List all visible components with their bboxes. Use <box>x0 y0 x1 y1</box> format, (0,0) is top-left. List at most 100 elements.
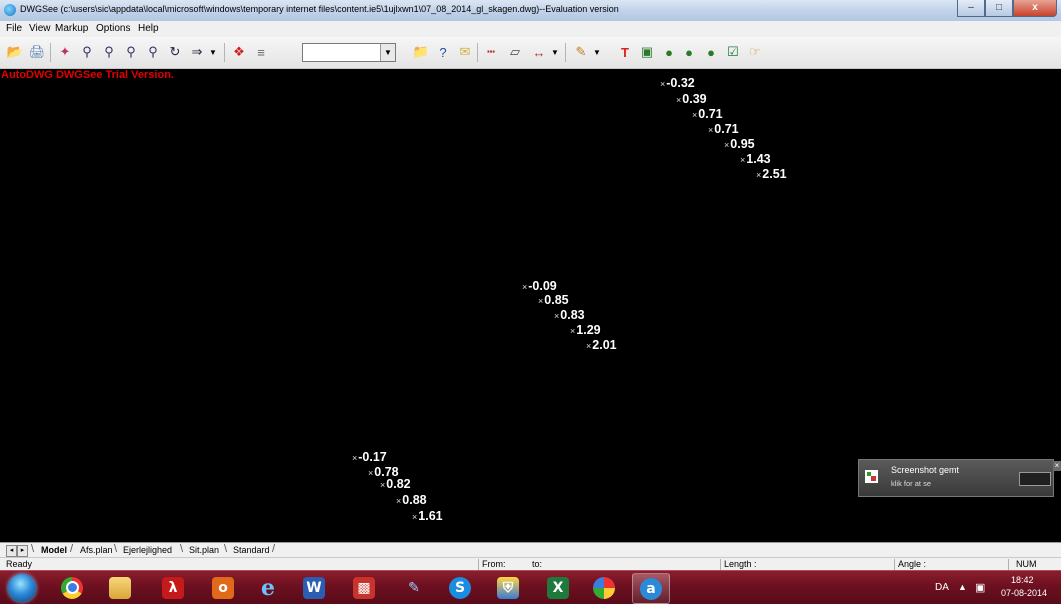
zoom-extents-icon[interactable]: ⚲ <box>144 43 162 61</box>
paint-tool-taskbar-icon[interactable]: ✎ <box>396 573 432 602</box>
tab-ejerlejlighed[interactable]: Ejerlejlighed <box>123 545 172 555</box>
dwgsee-taskbar-icon[interactable]: a <box>632 573 670 604</box>
minimize-button[interactable]: – <box>957 0 985 17</box>
menu-file[interactable]: File <box>6 23 22 34</box>
chrome-taskbar-icon[interactable] <box>54 573 90 602</box>
layer-dropdown[interactable]: ▼ <box>302 43 396 62</box>
status-bar: Ready From: to: Length : Angle : NUM <box>0 557 1061 571</box>
tab-standard[interactable]: Standard <box>233 545 270 555</box>
layer-icon[interactable]: ❖ <box>230 43 248 61</box>
layout-tabs-bar: ◂ ▸ \ Model / Afs.plan \ Ejerlejlighed \… <box>0 542 1061 558</box>
security-taskbar-icon[interactable]: ⛨ <box>490 573 526 602</box>
elevation-label: ×2.01 <box>586 338 617 352</box>
skype-taskbar-icon[interactable]: S <box>442 573 478 602</box>
elevation-label: ×-0.17 <box>352 450 387 464</box>
status-separator <box>478 559 479 570</box>
toolbar-separator <box>50 43 51 62</box>
open-folder-icon[interactable]: 📂 <box>6 43 24 61</box>
menu-markup[interactable]: Markup <box>55 23 88 34</box>
tab-prev-button[interactable]: ◂ <box>6 545 17 557</box>
elevation-label: ×0.39 <box>676 92 707 106</box>
help-icon[interactable]: ? <box>434 43 452 61</box>
open-file-icon[interactable]: 📁 <box>412 43 430 61</box>
tab-model[interactable]: Model <box>41 545 67 555</box>
callout-icon[interactable]: ● <box>702 43 720 61</box>
pan-icon[interactable]: ✦ <box>56 43 74 61</box>
elevation-label: ×1.61 <box>412 509 443 523</box>
area-icon[interactable]: ▱ <box>506 43 524 61</box>
measure-icon[interactable]: ┅ <box>482 43 500 61</box>
tab-divider: \ <box>180 543 184 555</box>
window-controls: – □ x <box>957 0 1057 17</box>
tab-divider: / <box>70 543 74 555</box>
dropdown-arrow-icon[interactable]: ▼ <box>592 43 602 61</box>
toolbar-separator <box>224 43 225 62</box>
status-separator <box>1008 559 1009 570</box>
status-ready: Ready <box>6 559 33 569</box>
notification-title: Screenshot gemt <box>891 465 960 475</box>
tab-divider: \ <box>31 543 35 555</box>
elevation-label: ×1.43 <box>740 152 771 166</box>
zoom-window-icon[interactable]: ⚲ <box>122 43 140 61</box>
maximize-button[interactable]: □ <box>985 0 1013 17</box>
acrobat-taskbar-icon[interactable]: λ <box>155 573 191 602</box>
zoom-in-icon[interactable]: ⚲ <box>78 43 96 61</box>
tab-next-button[interactable]: ▸ <box>17 545 28 557</box>
language-indicator[interactable]: DA <box>935 582 949 593</box>
tab-divider: / <box>272 543 276 555</box>
word-taskbar-icon[interactable]: W <box>296 573 332 602</box>
next-arrow-icon[interactable]: ⇒ <box>188 43 206 61</box>
text-icon[interactable]: T <box>616 43 634 61</box>
dropdown-arrow-icon[interactable]: ▼ <box>208 43 218 61</box>
show-hidden-icons-button[interactable]: ▲ <box>958 582 967 592</box>
network-icon[interactable]: ▣ <box>975 581 987 594</box>
status-from-label: From: <box>482 559 506 569</box>
excel-taskbar-icon[interactable]: X <box>540 573 576 602</box>
internet-explorer-taskbar-icon[interactable]: e <box>250 573 286 602</box>
chevron-down-icon[interactable]: ▼ <box>380 44 395 61</box>
notification-subtitle: klik for at se <box>891 479 932 488</box>
tab-afs-plan[interactable]: Afs.plan <box>80 545 113 555</box>
menu-options[interactable]: Options <box>96 23 130 34</box>
menu-view[interactable]: View <box>29 23 51 34</box>
start-button[interactable] <box>8 574 36 602</box>
outlook-taskbar-icon[interactable]: o <box>205 573 241 602</box>
stamp-icon[interactable]: ☑ <box>724 43 742 61</box>
dwgsee-app-icon <box>4 4 16 16</box>
layers-stack-icon[interactable]: ≡ <box>252 43 270 61</box>
elevation-label: ×0.85 <box>538 293 569 307</box>
window-title: DWGSee (c:\users\sic\appdata\local\micro… <box>20 4 619 14</box>
zoom-out-icon[interactable]: ⚲ <box>100 43 118 61</box>
close-button[interactable]: x <box>1013 0 1057 17</box>
email-icon[interactable]: ✉ <box>456 43 474 61</box>
screenshot-notification[interactable]: Screenshot gemt klik for at se <box>858 459 1054 497</box>
rotate-icon[interactable]: ↻ <box>166 43 184 61</box>
explorer-taskbar-icon[interactable] <box>102 573 138 602</box>
menu-bar: File View Markup Options Help <box>0 21 1061 38</box>
status-angle-label: Angle : <box>898 559 927 569</box>
cloud-comment-icon[interactable]: ● <box>660 43 678 61</box>
dropdown-arrow-icon[interactable]: ▼ <box>550 43 560 61</box>
menu-help[interactable]: Help <box>138 23 159 34</box>
windows-taskbar: λ o e W ▩ ✎ S ⛨ X a DA ▲ ▣ 18:42 07-08-2… <box>0 570 1061 604</box>
print-icon[interactable]: 🖨 <box>28 43 46 61</box>
tab-sit-plan[interactable]: Sit.plan <box>189 545 219 555</box>
comment-icon[interactable]: ▣ <box>638 43 656 61</box>
trial-watermark: AutoDWG DWGSee Trial Version. <box>1 69 174 81</box>
image-icon <box>865 470 878 483</box>
elevation-label: ×-0.32 <box>660 76 695 90</box>
status-num-indicator: NUM <box>1016 559 1037 569</box>
remote-app-taskbar-icon[interactable]: ▩ <box>346 573 382 602</box>
bubble-icon[interactable]: ● <box>680 43 698 61</box>
clock-date[interactable]: 07-08-2014 <box>1001 588 1047 598</box>
toolbar-separator <box>477 43 478 62</box>
clock-time[interactable]: 18:42 <box>1011 575 1034 585</box>
pen-icon[interactable]: ✎ <box>572 43 590 61</box>
notification-close-button[interactable]: × <box>1053 461 1061 471</box>
elevation-label: ×1.29 <box>570 323 601 337</box>
hand-wizard-icon[interactable]: ☞ <box>746 43 764 61</box>
elevation-label: ×0.88 <box>396 493 427 507</box>
picasa-taskbar-icon[interactable] <box>586 573 622 602</box>
status-to-label: to: <box>532 559 543 569</box>
dimension-icon[interactable]: ↔ <box>530 43 548 61</box>
